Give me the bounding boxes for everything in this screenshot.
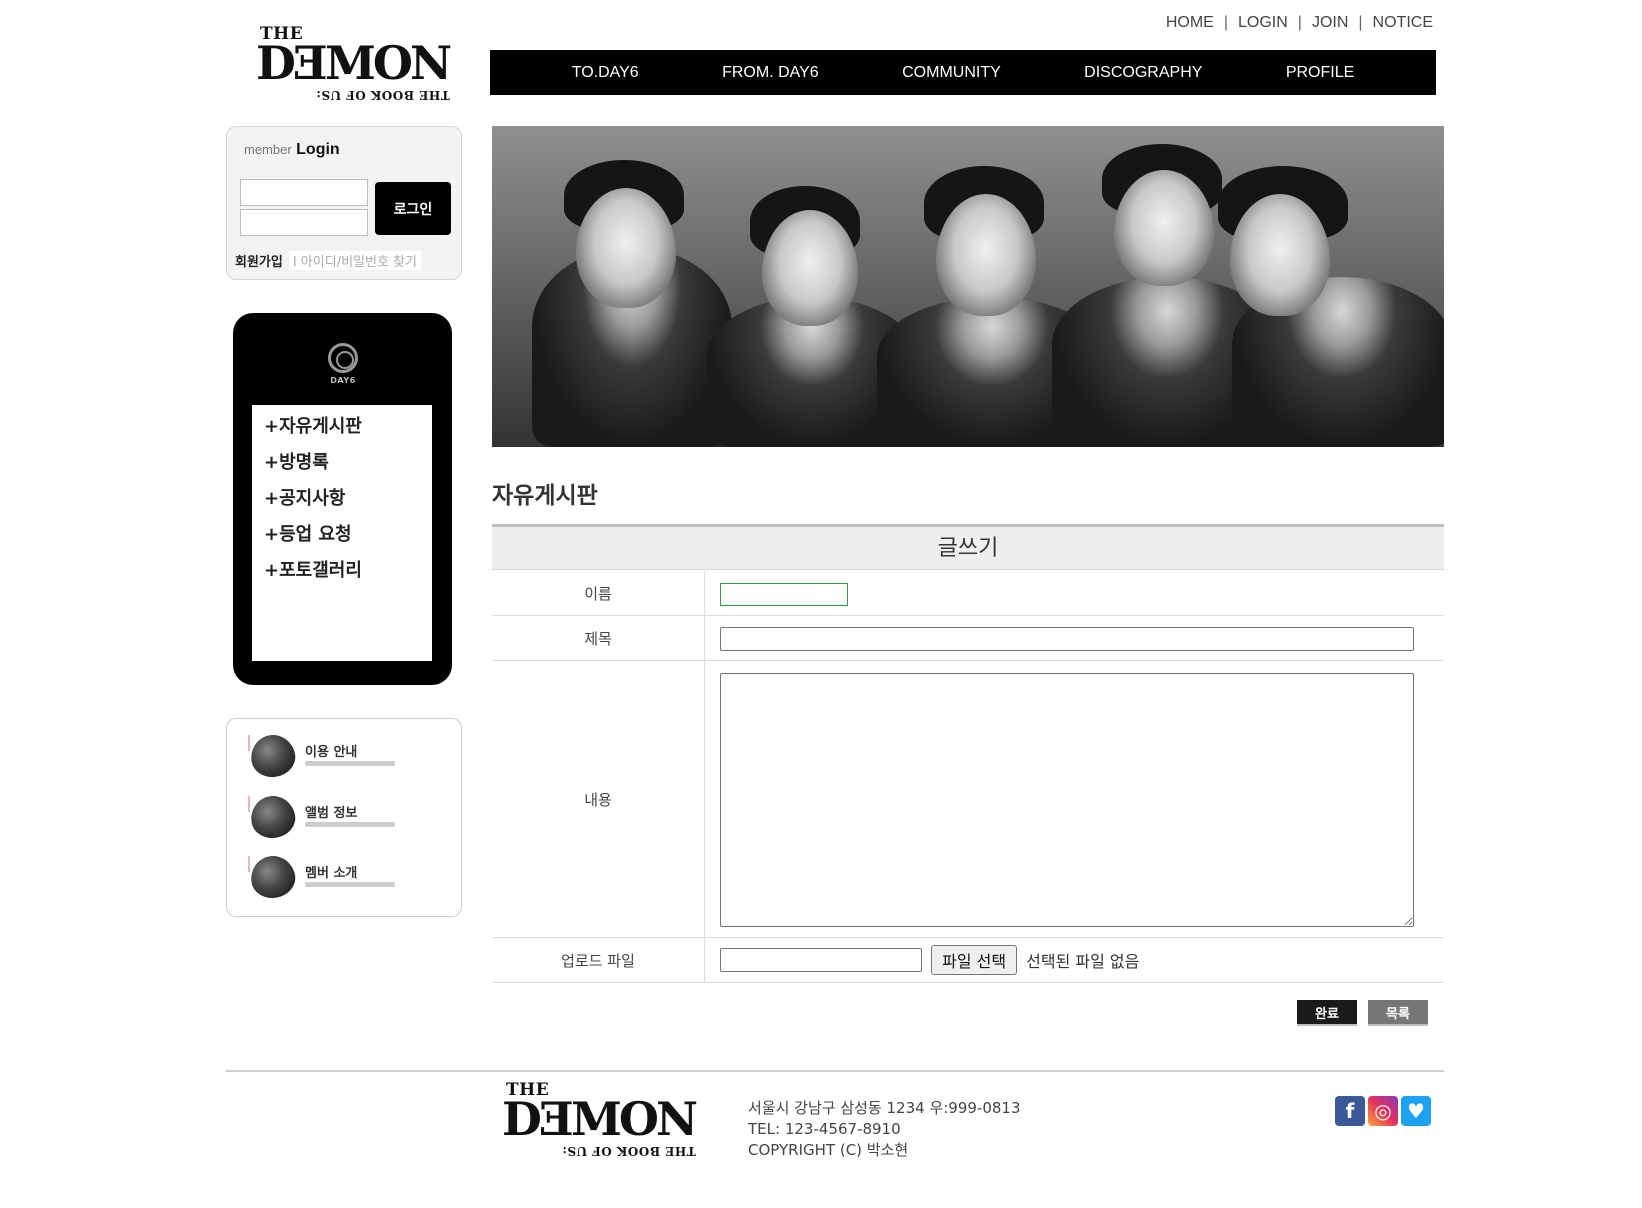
main-nav-today6[interactable]: TO.DAY6 bbox=[572, 64, 639, 82]
main-nav-profile[interactable]: PROFILE bbox=[1286, 64, 1354, 82]
member-face bbox=[936, 194, 1036, 316]
list-button[interactable]: 목록 bbox=[1368, 1000, 1428, 1026]
day6-logo-icon bbox=[328, 343, 358, 373]
name-label: 이름 bbox=[492, 571, 705, 615]
info-item-label: 멤버 소개 bbox=[305, 866, 358, 881]
login-title-big: Login bbox=[296, 141, 340, 158]
main-nav: TO.DAY6 FROM. DAY6 COMMUNITY DISCOGRAPHY… bbox=[490, 50, 1436, 95]
top-nav-join[interactable]: JOIN bbox=[1312, 14, 1348, 32]
top-nav-home[interactable]: HOME bbox=[1166, 14, 1214, 32]
join-link[interactable]: 회원가입 bbox=[235, 251, 283, 270]
info-item-guide[interactable]: 이용 안내 bbox=[243, 731, 443, 783]
find-account-link[interactable]: I 아이디/비밀번호 찾기 bbox=[288, 251, 421, 270]
logo-name: DƎMON bbox=[502, 1092, 698, 1146]
name-row: 이름 bbox=[492, 571, 1444, 616]
file-choose-button[interactable]: 파일 선택 bbox=[931, 945, 1018, 975]
footer-tel: TEL: 123-4567-8910 bbox=[748, 1120, 901, 1138]
file-path-input[interactable] bbox=[720, 948, 922, 972]
side-menu-photo-gallery[interactable]: +포토갤러리 bbox=[264, 555, 420, 591]
info-item-members[interactable]: 멤버 소개 bbox=[243, 852, 443, 904]
subject-input[interactable] bbox=[720, 627, 1414, 651]
info-item-album[interactable]: 앨범 정보 bbox=[243, 792, 443, 844]
content-row: 내용 bbox=[492, 661, 1444, 938]
divider: | bbox=[1297, 14, 1302, 31]
login-password-input[interactable] bbox=[240, 209, 368, 236]
side-menu-notice[interactable]: +공지사항 bbox=[264, 483, 420, 519]
footer-address: 서울시 강남구 삼성동 1234 우:999-0813 bbox=[748, 1099, 1021, 1117]
info-item-subtext bbox=[305, 761, 395, 766]
banner-image bbox=[492, 126, 1444, 447]
logo-name: DƎMON bbox=[256, 36, 452, 90]
info-box: 이용 안내 앨범 정보 멤버 소개 bbox=[226, 718, 462, 917]
twitter-icon[interactable]: ♥ bbox=[1401, 1096, 1431, 1126]
file-row: 업로드 파일 파일 선택 선택된 파일 없음 bbox=[492, 938, 1444, 983]
submit-button[interactable]: 완료 bbox=[1297, 1000, 1357, 1026]
login-links: 회원가입 I 아이디/비밀번호 찾기 bbox=[235, 251, 421, 270]
footer-info: 서울시 강남구 삼성동 1234 우:999-0813 TEL: 123-456… bbox=[748, 1098, 1021, 1161]
member-face bbox=[1230, 194, 1330, 316]
login-box: member Login 로그인 회원가입 I 아이디/비밀번호 찾기 bbox=[226, 126, 462, 280]
login-title-small: member bbox=[244, 142, 292, 157]
logo-subtitle: THE BOOK OF US: bbox=[562, 1144, 696, 1158]
info-item-subtext bbox=[305, 882, 395, 887]
logo-subtitle: THE BOOK OF US: bbox=[316, 88, 450, 102]
board-title: 자유게시판 bbox=[492, 483, 598, 509]
divider: | bbox=[1223, 14, 1228, 31]
heart-icon bbox=[247, 792, 299, 842]
side-menu-guestbook[interactable]: +방명록 bbox=[264, 447, 420, 483]
file-field: 파일 선택 선택된 파일 없음 bbox=[720, 945, 1139, 975]
top-nav-notice[interactable]: NOTICE bbox=[1373, 14, 1433, 32]
side-menu-free-board[interactable]: +자유게시판 bbox=[264, 411, 420, 447]
login-title: member Login bbox=[244, 141, 340, 159]
name-input[interactable] bbox=[720, 583, 848, 606]
site-logo[interactable]: THE DƎMON THE BOOK OF US: bbox=[252, 24, 452, 106]
side-menu-level-request[interactable]: +등업 요청 bbox=[264, 519, 420, 555]
sns-links: f ◎ ♥ bbox=[1335, 1096, 1431, 1126]
content-label: 내용 bbox=[492, 661, 705, 937]
main-nav-discography[interactable]: DISCOGRAPHY bbox=[1084, 64, 1202, 82]
info-item-label: 앨범 정보 bbox=[305, 806, 358, 821]
main-nav-from-day6[interactable]: FROM. DAY6 bbox=[722, 64, 819, 82]
side-menu: +자유게시판 +방명록 +공지사항 +등업 요청 +포토갤러리 bbox=[252, 405, 432, 661]
main-nav-community[interactable]: COMMUNITY bbox=[902, 64, 1001, 82]
login-button[interactable]: 로그인 bbox=[375, 182, 451, 235]
member-face bbox=[576, 188, 676, 308]
top-nav-login[interactable]: LOGIN bbox=[1238, 14, 1288, 32]
member-face bbox=[1114, 170, 1214, 286]
top-nav: HOME | LOGIN | JOIN | NOTICE bbox=[1166, 14, 1433, 32]
facebook-icon[interactable]: f bbox=[1335, 1096, 1365, 1126]
subject-label: 제목 bbox=[492, 616, 705, 660]
member-face bbox=[762, 210, 858, 326]
day6-logo: DAY6 bbox=[323, 343, 363, 395]
footer-divider bbox=[226, 1070, 1444, 1072]
footer-logo: THE DƎMON THE BOOK OF US: bbox=[498, 1080, 698, 1162]
info-item-subtext bbox=[305, 822, 395, 827]
subject-row: 제목 bbox=[492, 616, 1444, 661]
divider: | bbox=[1358, 14, 1363, 31]
heart-icon bbox=[247, 731, 299, 781]
form-title: 글쓰기 bbox=[492, 524, 1444, 570]
file-label: 업로드 파일 bbox=[492, 938, 705, 982]
instagram-icon[interactable]: ◎ bbox=[1368, 1096, 1398, 1126]
info-item-label: 이용 안내 bbox=[305, 745, 358, 760]
content-textarea[interactable] bbox=[720, 673, 1414, 927]
day6-logo-text: DAY6 bbox=[330, 376, 356, 385]
footer-copyright: COPYRIGHT (C) 박소현 bbox=[748, 1141, 909, 1159]
side-menu-phone: DAY6 +자유게시판 +방명록 +공지사항 +등업 요청 +포토갤러리 bbox=[233, 313, 452, 685]
file-status-text: 선택된 파일 없음 bbox=[1026, 952, 1140, 971]
login-id-input[interactable] bbox=[240, 179, 368, 206]
heart-icon bbox=[247, 852, 299, 902]
